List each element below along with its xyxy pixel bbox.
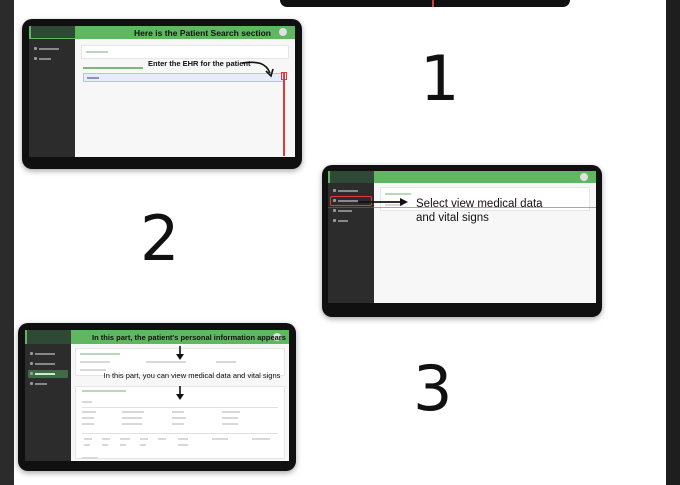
app-logo — [330, 171, 374, 183]
sidebar-item-active[interactable] — [28, 370, 68, 378]
previous-device-marker — [432, 0, 434, 7]
app-sidebar — [29, 39, 75, 157]
step2-note: Select view medical data and vital signs — [416, 198, 543, 224]
avatar — [279, 28, 287, 36]
step-number-2: 2 — [140, 202, 180, 275]
step3-heading: In this part, the patient's personal inf… — [92, 333, 286, 342]
step2-screen — [328, 171, 596, 303]
search-card — [81, 45, 289, 59]
arrow-down-icon — [176, 386, 184, 400]
app-header — [328, 171, 596, 183]
step1-screen — [29, 26, 295, 157]
step-number-1: 1 — [420, 42, 460, 115]
arrow-icon — [358, 198, 408, 206]
app-content — [71, 344, 289, 461]
avatar — [580, 173, 588, 181]
step3-note: In this part, you can view medical data … — [103, 371, 281, 380]
app-sidebar — [25, 344, 71, 461]
search-button-highlight[interactable] — [281, 72, 287, 80]
viewer-edge — [666, 0, 680, 485]
step1-tablet-mockup: Here is the Patient Search section Enter… — [22, 19, 302, 169]
arrow-down-icon — [176, 346, 184, 360]
table — [82, 407, 278, 427]
arrow-icon — [241, 61, 274, 78]
step1-heading: Here is the Patient Search section — [134, 28, 271, 38]
step1-note: Enter the EHR for the patient — [148, 59, 251, 68]
step-number-3: 3 — [413, 352, 453, 425]
step3-screen — [25, 330, 289, 461]
app-logo — [27, 330, 71, 344]
step2-tablet-mockup: Select view medical data and vital signs — [322, 165, 602, 317]
vital-signs-table — [82, 433, 278, 451]
app-logo — [31, 26, 75, 38]
previous-device-mockup — [280, 0, 570, 7]
highlight-line — [283, 72, 285, 156]
step3-tablet-mockup: In this part, the patient's personal inf… — [18, 323, 296, 471]
app-content — [75, 39, 295, 157]
